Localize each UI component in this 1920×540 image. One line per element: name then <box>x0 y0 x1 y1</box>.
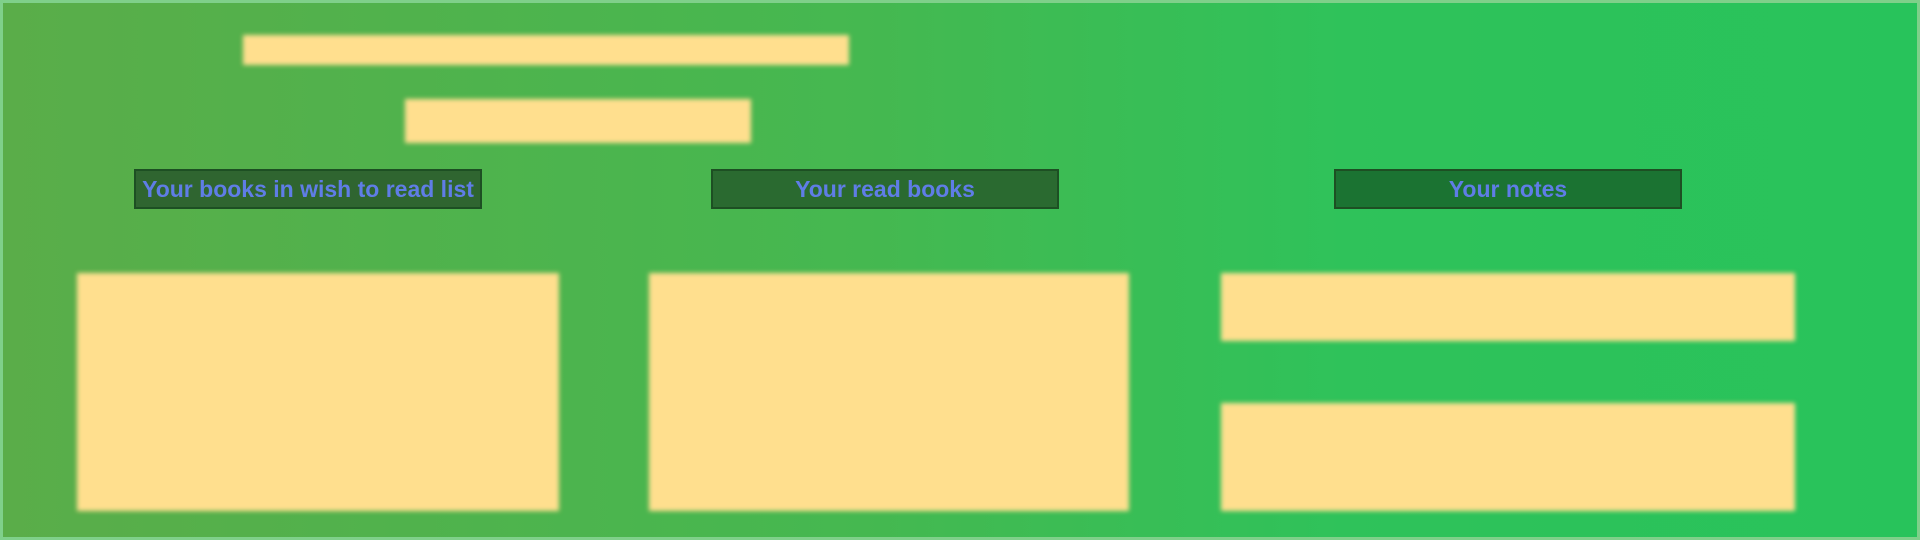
app-window: Your books in wish to read list Your rea… <box>0 0 1920 540</box>
wish-list-panel <box>77 273 559 511</box>
header-title-placeholder <box>243 35 849 65</box>
notes-panel-top <box>1221 273 1795 341</box>
wish-to-read-list-button[interactable]: Your books in wish to read list <box>134 169 482 209</box>
notes-button[interactable]: Your notes <box>1334 169 1682 209</box>
read-books-button[interactable]: Your read books <box>711 169 1059 209</box>
read-books-panel <box>649 273 1129 511</box>
notes-panel-bottom <box>1221 403 1795 511</box>
header-subtitle-placeholder <box>405 99 751 143</box>
